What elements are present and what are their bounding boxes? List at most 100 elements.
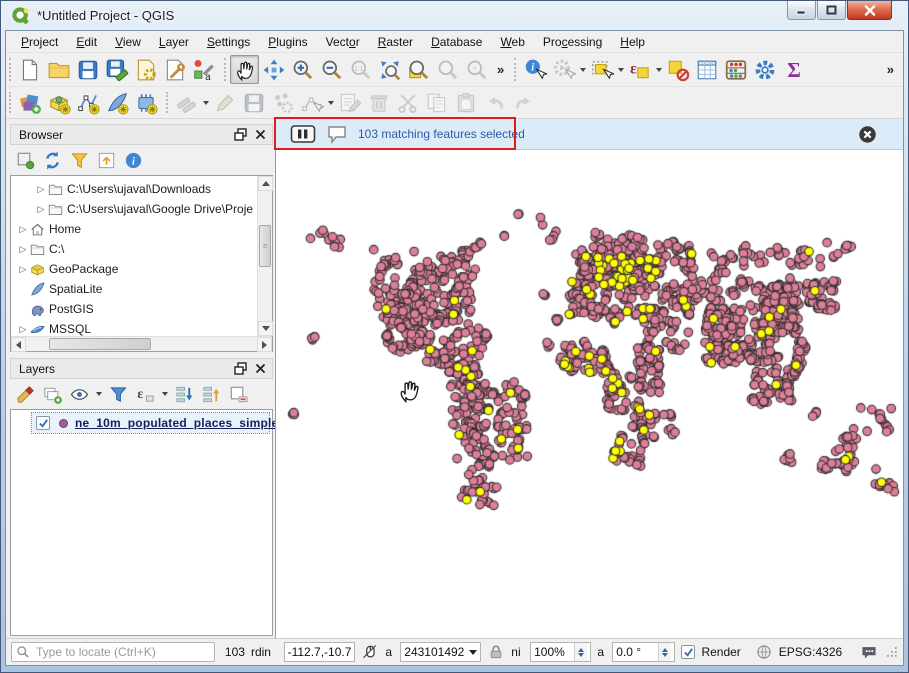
crs-status[interactable]: EPSG:4326 <box>779 645 842 659</box>
caret-icon[interactable]: ▷ <box>17 324 29 335</box>
dropdown-caret-icon[interactable] <box>578 55 587 84</box>
close-panel-icon[interactable] <box>251 127 269 143</box>
show-layout-manager-button[interactable] <box>160 55 189 84</box>
save-project-button[interactable] <box>73 55 102 84</box>
browser-tree-item[interactable]: SpatiaLite <box>11 279 257 299</box>
scale-combobox[interactable]: 243101492 <box>400 642 481 662</box>
dropdown-caret-icon[interactable] <box>201 88 210 117</box>
undo-button[interactable] <box>480 88 509 117</box>
filter-by-expression-button[interactable]: ε <box>133 382 157 406</box>
open-project-button[interactable] <box>44 55 73 84</box>
browser-tree-item[interactable]: PostGIS <box>11 299 257 319</box>
save-layer-edits-button[interactable] <box>239 88 268 117</box>
float-panel-icon[interactable] <box>231 127 249 143</box>
new-spatialite-layer-button[interactable] <box>102 88 131 117</box>
manage-map-themes-button[interactable] <box>67 382 91 406</box>
zoom-next-button[interactable] <box>462 55 491 84</box>
menu-plugins[interactable]: Plugins <box>259 32 316 52</box>
browser-tree-item[interactable]: ▷C:\Users\ujaval\Google Drive\Proje <box>11 199 257 219</box>
menu-project[interactable]: Project <box>12 32 67 52</box>
menu-database[interactable]: Database <box>422 32 491 52</box>
new-project-button[interactable] <box>15 55 44 84</box>
filter-legend-button[interactable] <box>106 382 130 406</box>
extents-toggle-icon[interactable] <box>361 643 379 661</box>
zoom-to-selection-button[interactable] <box>404 55 433 84</box>
modify-attributes-button[interactable] <box>335 88 364 117</box>
close-panel-icon[interactable] <box>251 361 269 377</box>
enable-properties-button[interactable]: i <box>121 148 145 172</box>
paste-features-button[interactable] <box>451 88 480 117</box>
collapse-all-button[interactable] <box>199 382 223 406</box>
render-checkbox[interactable] <box>681 645 695 659</box>
locate-input[interactable] <box>34 644 210 660</box>
refresh-button[interactable] <box>40 148 64 172</box>
zoom-last-button[interactable] <box>433 55 462 84</box>
lock-scale-icon[interactable] <box>487 643 505 661</box>
redo-button[interactable] <box>509 88 538 117</box>
caret-icon[interactable]: ▷ <box>17 264 29 275</box>
save-project-as-button[interactable] <box>102 55 131 84</box>
expand-all-button[interactable] <box>172 382 196 406</box>
zoom-full-button[interactable] <box>375 55 404 84</box>
statistical-summary-button[interactable]: Σ <box>779 55 808 84</box>
open-attribute-table-button[interactable] <box>692 55 721 84</box>
menu-processing[interactable]: Processing <box>534 32 611 52</box>
dropdown-caret-icon[interactable] <box>160 382 169 406</box>
open-data-source-manager-button[interactable] <box>15 88 44 117</box>
rotation-spinbox[interactable]: 0.0 ° <box>612 642 675 662</box>
float-panel-icon[interactable] <box>231 361 249 377</box>
add-selected-layer-button[interactable] <box>13 148 37 172</box>
minimize-button[interactable] <box>787 1 816 20</box>
caret-icon[interactable]: ▷ <box>17 244 29 255</box>
dropdown-caret-icon[interactable] <box>326 88 335 117</box>
toggle-editing-button[interactable] <box>210 88 239 117</box>
browser-tree-item[interactable]: ▷C:\Users\ujaval\Downloads <box>11 179 257 199</box>
processing-toolbox-button[interactable] <box>750 55 779 84</box>
field-calculator-button[interactable] <box>721 55 750 84</box>
collapse-all-browser-button[interactable] <box>94 148 118 172</box>
filter-browser-button[interactable] <box>67 148 91 172</box>
add-group-button[interactable] <box>40 382 64 406</box>
deselect-features-button[interactable] <box>663 55 692 84</box>
pan-to-selection-button[interactable] <box>259 55 288 84</box>
menu-raster[interactable]: Raster <box>369 32 422 52</box>
menu-layer[interactable]: Layer <box>150 32 198 52</box>
scroll-right-icon[interactable] <box>257 337 272 352</box>
new-virtual-layer-button[interactable] <box>131 88 160 117</box>
vertical-scrollbar[interactable]: ≡ <box>257 176 272 336</box>
menu-web[interactable]: Web <box>491 32 533 52</box>
copy-features-button[interactable] <box>422 88 451 117</box>
menu-edit[interactable]: Edit <box>67 32 106 52</box>
dropdown-caret-icon[interactable] <box>616 55 625 84</box>
style-manager-button[interactable]: a <box>189 55 218 84</box>
menu-vector[interactable]: Vector <box>317 32 369 52</box>
scroll-down-icon[interactable] <box>258 321 273 336</box>
caret-icon[interactable]: ▷ <box>17 224 29 235</box>
nav-toolbar-overflow-button[interactable]: » <box>491 62 508 77</box>
menu-help[interactable]: Help <box>611 32 654 52</box>
layer-visibility-checkbox[interactable] <box>36 416 50 430</box>
dropdown-caret-icon[interactable] <box>94 382 103 406</box>
select-features-button[interactable] <box>587 55 616 84</box>
new-print-layout-button[interactable] <box>131 55 160 84</box>
map-canvas[interactable] <box>276 150 903 638</box>
zoom-out-button[interactable] <box>317 55 346 84</box>
run-feature-action-button[interactable] <box>549 55 578 84</box>
browser-tree-item[interactable]: ▷C:\ <box>11 239 257 259</box>
new-shapefile-layer-button[interactable] <box>73 88 102 117</box>
current-edits-button[interactable] <box>172 88 201 117</box>
add-feature-button[interactable] <box>268 88 297 117</box>
selection-panel-icon[interactable] <box>290 124 316 144</box>
locate-box[interactable] <box>11 642 215 662</box>
resize-grip[interactable] <box>886 646 898 658</box>
log-messages-icon[interactable] <box>858 643 880 661</box>
scrollbar-thumb[interactable]: ≡ <box>259 225 271 267</box>
menu-view[interactable]: View <box>106 32 150 52</box>
browser-tree-item[interactable]: ▷MSSQL <box>11 319 257 336</box>
coordinate-box[interactable]: -112.7,-10.7 <box>284 642 356 662</box>
select-by-expression-button[interactable]: ε <box>625 55 654 84</box>
browser-tree-item[interactable]: ▷Home <box>11 219 257 239</box>
new-geopackage-layer-button[interactable] <box>44 88 73 117</box>
maximize-button[interactable] <box>817 1 846 20</box>
dropdown-caret-icon[interactable] <box>654 55 663 84</box>
